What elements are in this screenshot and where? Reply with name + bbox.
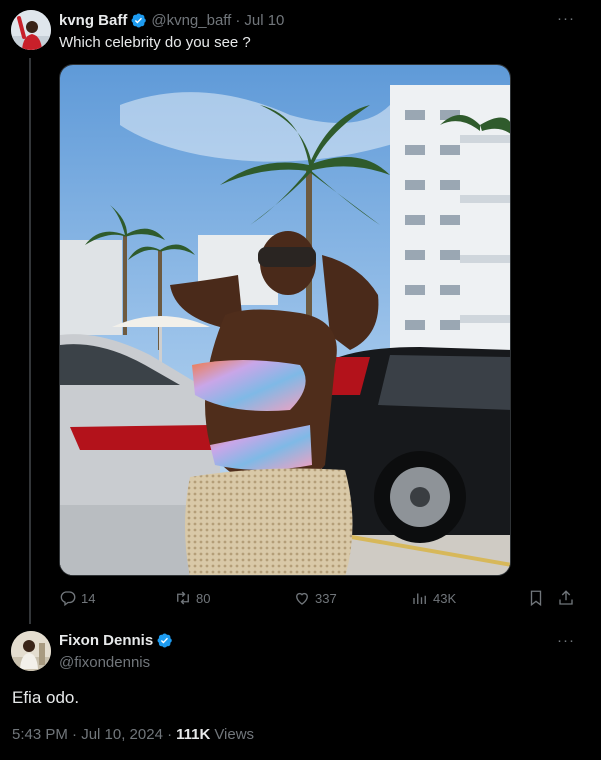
like-count: 337 [315, 590, 337, 606]
retweet-count: 80 [196, 590, 211, 606]
reply-views-label: Views [214, 726, 255, 743]
reply-button[interactable]: 14 [59, 588, 95, 608]
author-handle[interactable]: @kvng_baff [151, 12, 231, 29]
heart-icon [296, 592, 308, 605]
tweet-photo[interactable] [59, 64, 511, 576]
share-button[interactable] [557, 588, 575, 608]
reply-meta: 5:43 PM · Jul 10, 2024 · 111K Views [12, 726, 254, 743]
bookmark-button[interactable] [527, 588, 545, 608]
reply-timestamp[interactable]: 5:43 PM · Jul 10, 2024 · [12, 726, 172, 743]
analytics-icon [413, 593, 426, 604]
author-name[interactable]: kvng Baff [59, 12, 127, 29]
like-button[interactable]: 337 [293, 588, 337, 608]
views-button[interactable]: 43K [411, 588, 456, 608]
verified-badge-icon [131, 13, 147, 27]
retweet-button[interactable]: 80 [174, 588, 210, 608]
verified-badge-icon [157, 633, 172, 648]
photo-illustration [60, 65, 510, 575]
reply-count: 14 [81, 590, 96, 606]
tweet-date[interactable]: Jul 10 [244, 12, 284, 29]
more-options-icon[interactable]: ··· [557, 10, 575, 27]
tweet-actions: 14 80 337 43K [59, 588, 579, 610]
thread-connector-line [29, 58, 31, 624]
reply-avatar[interactable] [11, 631, 51, 671]
reply-icon [60, 591, 76, 607]
reply-header: Fixon Dennis [59, 632, 173, 649]
bookmark-icon [530, 590, 542, 607]
more-options-icon[interactable]: ··· [557, 632, 575, 649]
tweet-header: kvng Baff @kvng_baff · Jul 10 [59, 10, 284, 30]
avatar[interactable] [11, 10, 51, 50]
retweet-icon [177, 591, 189, 605]
share-icon [559, 590, 573, 605]
reply-author-name[interactable]: Fixon Dennis [59, 632, 153, 649]
reply-author-handle[interactable]: @fixondennis [59, 654, 150, 671]
reply-views-count: 111K [176, 726, 211, 743]
tweet-text: Which celebrity do you see ? [59, 34, 251, 51]
reply-text: Efia odo. [12, 688, 80, 707]
views-count: 43K [433, 590, 457, 606]
separator: · [235, 11, 241, 29]
